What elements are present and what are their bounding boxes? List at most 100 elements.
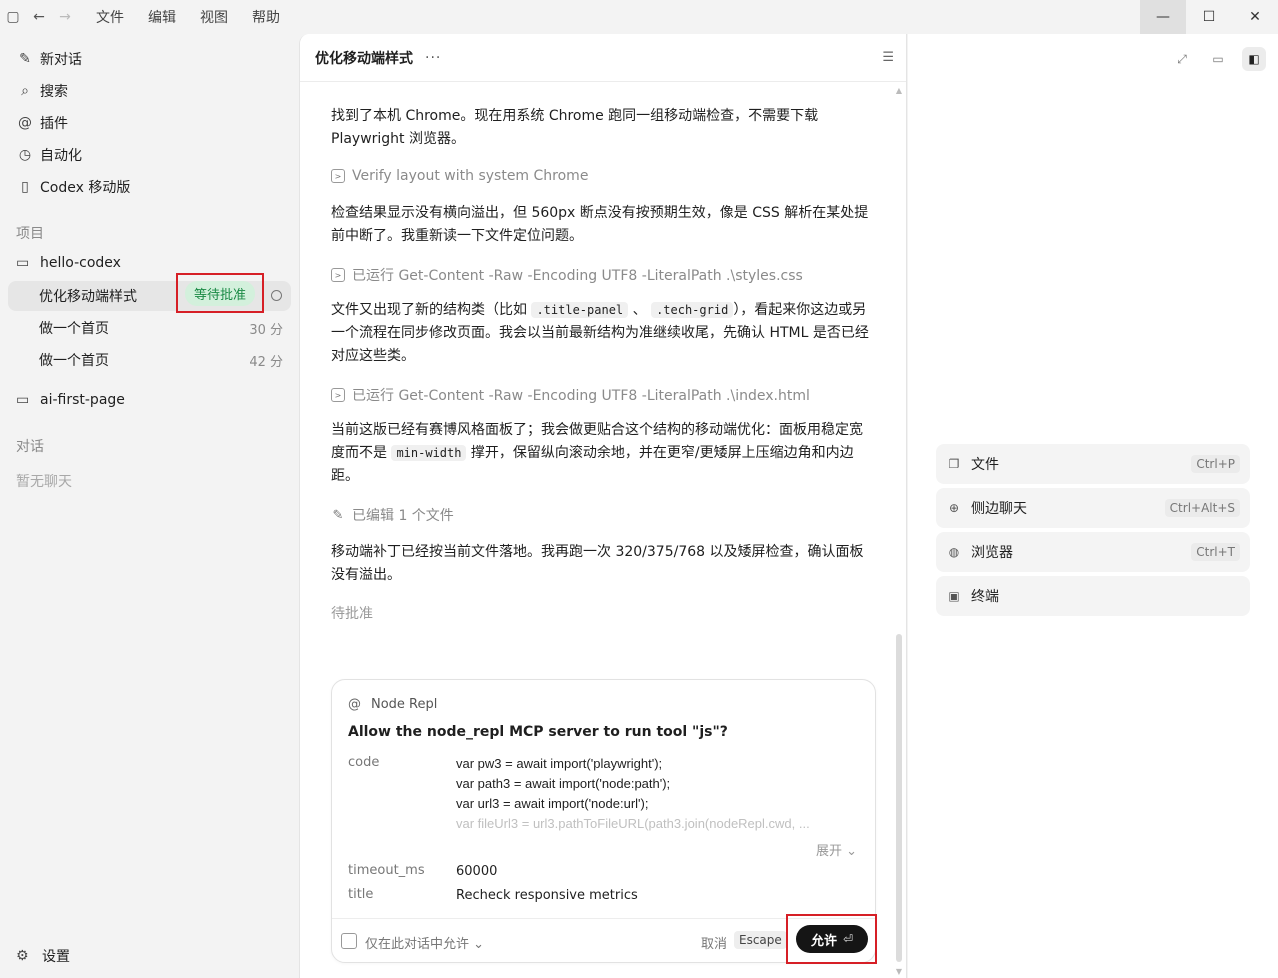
loading-spinner-icon [271,290,282,301]
at-icon: @ [348,697,361,712]
inline-code: .tech-grid [651,302,734,318]
conversation-item[interactable]: 做一个首页 42 分 [8,345,291,375]
gear-icon: ⚙ [16,948,29,964]
search-icon: ⌕ [21,83,29,99]
expand-toggle[interactable]: 展开 ⌄ [816,840,857,859]
menu-view[interactable]: 视图 [200,7,228,27]
panel-toolbar: ⤢ ▭ ◧ [1170,47,1266,71]
close-button[interactable]: ✕ [1232,0,1278,34]
nav-label: 自动化 [40,148,82,164]
tool-step-label: 已运行 Get-Content -Raw -Encoding UTF8 -Lit… [352,388,810,404]
terminal-icon: > [331,268,345,282]
no-chats-text: 暂无聊天 [16,474,72,490]
scroll-up-arrow-icon[interactable]: ▲ [896,86,902,95]
project-ai-first-page[interactable]: ▭ ai-first-page [16,392,125,408]
menu-bar: 文件 编辑 视图 帮助 [96,7,304,27]
terminal-icon: ▣ [948,589,960,603]
tool-step-label: Verify layout with system Chrome [352,168,589,184]
only-this-chat-label: 仅在此对话中允许 [365,937,470,952]
clock-icon: ◷ [18,147,32,163]
at-icon: @ [18,115,32,131]
settings-button[interactable]: ⚙ 设置 [16,946,70,966]
scrollbar-thumb[interactable] [896,634,902,962]
panel-item-files[interactable]: ❐ 文件 Ctrl+P [936,444,1250,484]
panel-item-label: 浏览器 [971,545,1013,561]
pencil-icon: ✎ [332,507,344,523]
panel-item-side-chat[interactable]: ⊕ 侧边聊天 Ctrl+Alt+S [936,488,1250,528]
menu-file[interactable]: 文件 [96,7,124,27]
approval-source-label: Node Repl [371,697,438,712]
tool-step[interactable]: > Verify layout with system Chrome [331,168,588,184]
tool-step[interactable]: > 已运行 Get-Content -Raw -Encoding UTF8 -L… [331,385,810,405]
approval-card: @ Node Repl Allow the node_repl MCP serv… [331,679,877,964]
code-line: var fileUrl3 = url3.pathToFileURL(path3.… [456,816,810,831]
shortcut-hint: Ctrl+Alt+S [1164,499,1240,517]
back-arrow-icon[interactable]: ← [26,0,52,34]
forward-arrow-icon[interactable]: → [52,0,78,34]
panel-item-label: 文件 [971,457,999,473]
panel-item-label: 侧边聊天 [971,501,1027,517]
panel-item-browser[interactable]: ◍ 浏览器 Ctrl+T [936,532,1250,572]
nav-codex-mobile[interactable]: ▯ Codex 移动版 [16,173,130,201]
only-this-chat-checkbox[interactable] [341,933,357,949]
assistant-message: 找到了本机 Chrome。现在用系统 Chrome 跑同一组移动端检查，不需要下… [331,108,819,147]
param-value-title: Recheck responsive metrics [456,888,638,903]
param-key-title: title [348,887,374,902]
nav-plugins[interactable]: @ 插件 [16,109,68,137]
settings-label: 设置 [42,949,70,965]
escape-shortcut-hint: Escape [734,931,787,949]
right-panel: ⤢ ▭ ◧ ❐ 文件 Ctrl+P ⊕ 侧边聊天 Ctrl+Alt+S ◍ 浏览… [908,34,1278,978]
allow-label: 允许 [810,933,837,949]
approval-footer: 仅在此对话中允许 ⌄ 取消 Escape 允许 ⏎ [332,914,877,964]
conversation-title-heading: 优化移动端样式 [315,50,413,67]
side-chat-icon: ⊕ [948,501,960,515]
inline-code: .title-panel [531,302,629,318]
param-key-code: code [348,755,380,770]
shortcut-hint: Ctrl+P [1191,455,1240,473]
panel-item-terminal[interactable]: ▣ 终端 [936,576,1250,616]
tool-step[interactable]: > 已运行 Get-Content -Raw -Encoding UTF8 -L… [331,265,803,285]
side-panel-toggle-icon[interactable]: ◧ [1242,47,1266,71]
nav-label: 搜索 [40,84,68,100]
chevron-down-icon: ⌄ [473,937,485,952]
code-line: var url3 = await import('node:url'); [456,796,649,811]
only-this-chat-dropdown[interactable]: 仅在此对话中允许 ⌄ [365,933,484,952]
assistant-message: 文件又出现了新的结构类（比如 .title-panel 、 .tech-grid… [331,299,876,368]
project-hello-codex[interactable]: ▭ hello-codex [16,255,121,271]
minimize-button[interactable]: — [1140,0,1186,34]
conversation-time: 30 分 [249,322,283,338]
cancel-button[interactable]: 取消 [701,933,727,952]
param-value-code: var pw3 = await import('playwright'); va… [456,754,810,834]
nav-new-chat[interactable]: ✎ 新对话 [16,45,82,73]
terminal-icon: > [331,388,345,402]
more-options-icon[interactable]: ··· [425,50,441,66]
allow-button[interactable]: 允许 ⏎ [796,925,868,953]
param-key-timeout: timeout_ms [348,863,425,878]
enter-key-icon: ⏎ [842,932,854,946]
nav-automation[interactable]: ◷ 自动化 [16,141,82,169]
terminal-icon: > [331,169,345,183]
maximize-button[interactable]: ☐ [1186,0,1232,34]
scroll-down-arrow-icon[interactable]: ▼ [896,967,902,976]
nav-label: Codex 移动版 [40,180,131,196]
tool-step[interactable]: ✎ 已编辑 1 个文件 [331,505,454,525]
bottom-panel-icon[interactable]: ▭ [1206,47,1230,71]
menu-edit[interactable]: 编辑 [148,7,176,27]
menu-help[interactable]: 帮助 [252,7,280,27]
window-controls: — ☐ ✕ [1140,0,1278,34]
allow-button-highlight: 允许 ⏎ [786,914,877,964]
tool-step-label: 已编辑 1 个文件 [352,508,454,524]
edit-icon: ✎ [19,51,31,67]
nav-label: 插件 [40,116,68,132]
nav-search[interactable]: ⌕ 搜索 [16,77,68,105]
assistant-message: 移动端补丁已经按当前文件落地。我再跑一次 320/375/768 以及矮屏检查，… [331,544,864,583]
conversation-item[interactable]: 做一个首页 30 分 [8,313,291,343]
assistant-message: 检查结果显示没有横向溢出，但 560px 断点没有按预期生效，像是 CSS 解析… [331,205,869,244]
status-badge-highlight: 等待批准 [176,273,264,313]
code-line: var pw3 = await import('playwright'); [456,756,663,771]
conversation-title: 优化移动端样式 [39,289,137,305]
expand-icon[interactable]: ⤢ [1170,47,1194,71]
sidebar-toggle-icon[interactable]: ▢ [0,0,26,34]
conversation-title: 做一个首页 [39,321,109,337]
outline-list-icon[interactable]: ☰ [882,50,894,65]
